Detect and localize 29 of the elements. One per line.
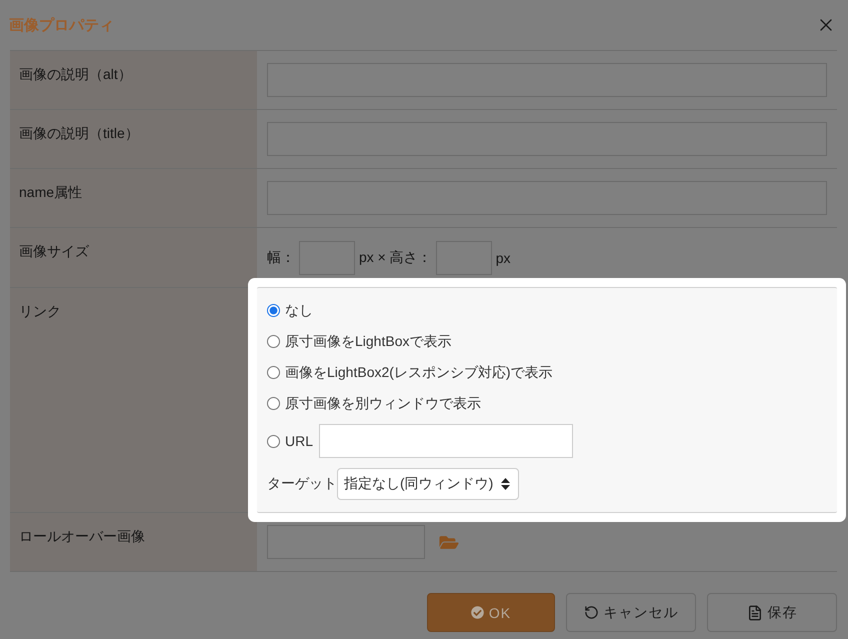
target-label: ターゲット xyxy=(267,475,337,493)
unit-label: px xyxy=(496,250,511,266)
field-label: 画像の説明（title） xyxy=(10,110,257,168)
cancel-button[interactable]: キャンセル xyxy=(566,593,696,632)
document-icon xyxy=(746,604,762,620)
sort-arrows-icon xyxy=(501,478,510,490)
width-label: 幅： xyxy=(267,249,295,267)
option-label: 原寸画像を別ウィンドウで表示 xyxy=(285,394,481,412)
ok-button[interactable]: OK xyxy=(427,593,555,632)
target-select[interactable]: 指定なし(同ウィンドウ) xyxy=(337,468,520,500)
option-label: なし xyxy=(285,302,313,320)
radio-button[interactable] xyxy=(267,397,280,410)
field-label: 画像の説明（alt） xyxy=(10,51,257,109)
dialog-title: 画像プロパティ xyxy=(9,16,114,34)
radio-button[interactable] xyxy=(267,366,280,379)
field-label: ロールオーバー画像 xyxy=(10,513,257,571)
field-label: 画像サイズ xyxy=(10,228,257,287)
url-field[interactable] xyxy=(319,424,574,458)
option-label: URL xyxy=(285,433,314,449)
radio-button[interactable] xyxy=(267,335,280,348)
rotate-icon xyxy=(584,605,598,620)
folder-icon[interactable] xyxy=(439,534,459,550)
option-label: 画像をLightBox2(レスポンシブ対応)で表示 xyxy=(285,364,553,382)
height-label: px × 高さ： xyxy=(359,249,432,267)
radio-button[interactable] xyxy=(267,304,280,317)
field-label: name属性 xyxy=(10,169,257,227)
option-label: 原寸画像をLightBoxで表示 xyxy=(285,332,452,350)
radio-button[interactable] xyxy=(267,434,280,448)
save-button[interactable]: 保存 xyxy=(707,593,837,632)
